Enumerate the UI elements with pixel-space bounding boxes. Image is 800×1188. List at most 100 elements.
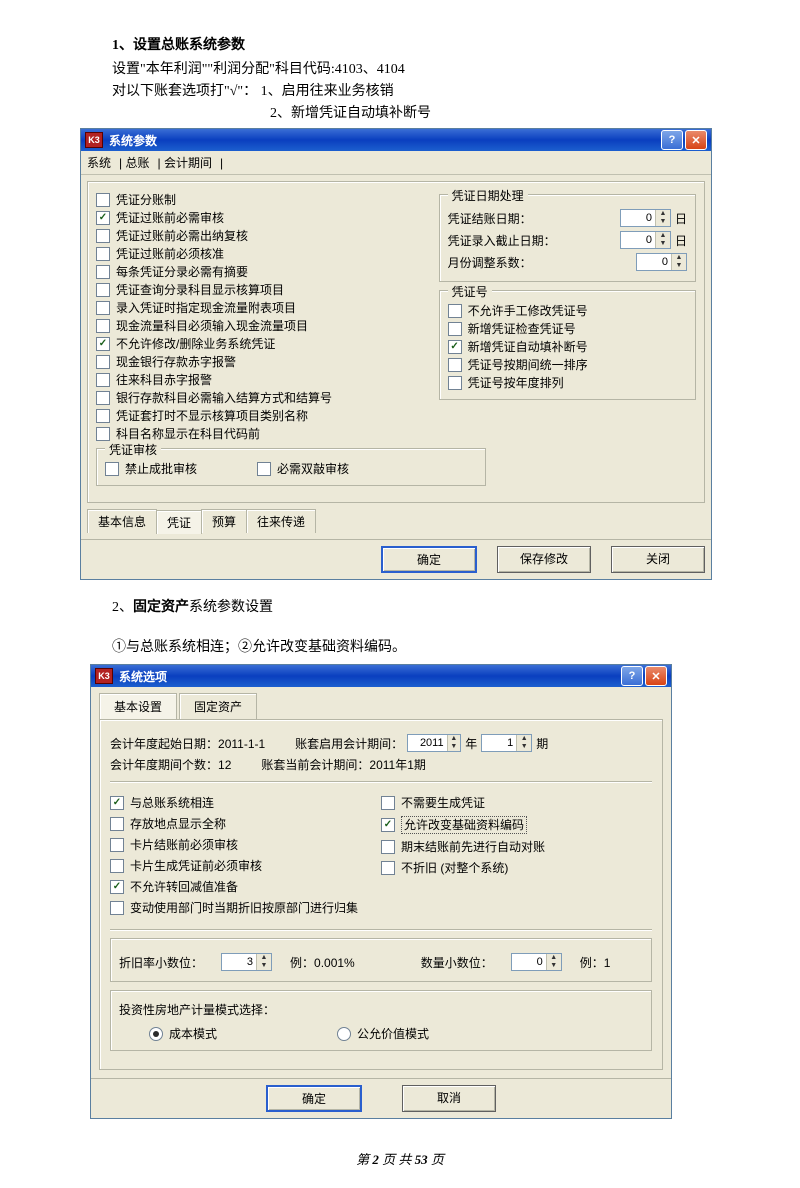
checkbox-label: 凭证套打时不显示核算项目类别名称 (116, 408, 308, 424)
checkbox-double-audit[interactable]: 必需双敲审核 (257, 461, 349, 477)
ok-button[interactable]: 确定 (266, 1085, 362, 1112)
spinner-year[interactable]: 2011▲▼ (407, 734, 461, 752)
checkbox-label: 必需双敲审核 (277, 461, 349, 477)
checkbox-icon (381, 796, 395, 810)
spinner-entry-deadline[interactable]: 0▲▼ (620, 231, 671, 249)
checkbox-icon (110, 838, 124, 852)
example-qty: 例：1 (580, 954, 611, 971)
spinner-month-adjust[interactable]: 0▲▼ (636, 253, 687, 271)
checkbox-icon (96, 427, 110, 441)
help-button[interactable]: ? (661, 130, 683, 150)
checkbox-label: 凭证查询分录科目显示核算项目 (116, 282, 284, 298)
checkbox-icon (96, 265, 110, 279)
checkbox-icon (96, 409, 110, 423)
radio-fair-value-mode[interactable]: 公允价值模式 (337, 1026, 429, 1042)
checkbox-item[interactable]: ✓不允许转回减值准备 (110, 879, 381, 895)
checkbox-item[interactable]: 不需要生成凭证 (381, 795, 652, 811)
checkbox-icon: ✓ (110, 796, 124, 810)
checkbox-label: 凭证号按期间统一排序 (468, 357, 588, 373)
save-button[interactable]: 保存修改 (497, 546, 591, 573)
checkbox-item[interactable]: 不折旧 (对整个系统) (381, 860, 652, 876)
checkbox-item[interactable]: 卡片生成凭证前必须审核 (110, 858, 381, 874)
close-button[interactable]: ✕ (685, 130, 707, 150)
tab-transactions[interactable]: 往来传递 (246, 509, 316, 533)
radio-label: 公允价值模式 (357, 1026, 429, 1042)
spinner-qty-dec[interactable]: 0▲▼ (511, 953, 562, 971)
menu-ledger[interactable]: 总账 (125, 156, 149, 170)
menu-period[interactable]: 会计期间 (164, 156, 212, 170)
ok-button[interactable]: 确定 (381, 546, 477, 573)
spinner-close-date[interactable]: 0▲▼ (620, 209, 671, 227)
spinner-period[interactable]: 1▲▼ (481, 734, 532, 752)
checkbox-item[interactable]: ✓与总账系统相连 (110, 795, 381, 811)
checkbox-item[interactable]: 凭证套打时不显示核算项目类别名称 (96, 408, 431, 424)
label-month-adjust: 月份调整系数： (448, 254, 636, 271)
checkbox-item[interactable]: ✓不允许修改/删除业务系统凭证 (96, 336, 431, 352)
window-title: 系统参数 (109, 132, 659, 149)
checkbox-icon (110, 901, 124, 915)
checkbox-item[interactable]: 凭证分账制 (96, 192, 431, 208)
checkbox-item[interactable]: 凭证号按期间统一排序 (448, 357, 687, 373)
value-current-period: 2011年1期 (369, 758, 425, 772)
checkbox-item[interactable]: 凭证过账前必须核准 (96, 246, 431, 262)
checkbox-item[interactable]: 新增凭证检查凭证号 (448, 321, 687, 337)
checkbox-item[interactable]: 变动使用部门时当期折旧按原部门进行归集 (110, 900, 381, 916)
checkbox-item[interactable]: 银行存款科目必需输入结算方式和结算号 (96, 390, 431, 406)
checkbox-item[interactable]: 凭证查询分录科目显示核算项目 (96, 282, 431, 298)
close-button[interactable]: 关闭 (611, 546, 705, 573)
checkbox-item[interactable]: ✓允许改变基础资料编码 (381, 816, 652, 834)
checkbox-label: 凭证过账前必需审核 (116, 210, 224, 226)
checkbox-item[interactable]: 往来科目赤字报警 (96, 372, 431, 388)
checkbox-icon (381, 861, 395, 875)
checkbox-item[interactable]: ✓新增凭证自动填补断号 (448, 339, 687, 355)
checkbox-item[interactable]: 科目名称显示在科目代码前 (96, 426, 431, 442)
checkbox-item[interactable]: 现金银行存款赤字报警 (96, 354, 431, 370)
titlebar[interactable]: K3 系统选项 ? ✕ (91, 665, 671, 687)
menu-system[interactable]: 系统 (87, 156, 111, 170)
label-dep-dec: 折旧率小数位： (119, 954, 203, 971)
tab-voucher[interactable]: 凭证 (156, 510, 202, 534)
group-mode-select: 投资性房地产计量模式选择： 成本模式 公允价值模式 (110, 990, 652, 1051)
button-bar: 确定 取消 (91, 1078, 671, 1118)
checkbox-item[interactable]: ✓凭证过账前必需审核 (96, 210, 431, 226)
checkbox-item[interactable]: 现金流量科目必须输入现金流量项目 (96, 318, 431, 334)
suffix-day-2: 日 (675, 232, 687, 249)
checkbox-item[interactable]: 凭证号按年度排列 (448, 375, 687, 391)
checkbox-item[interactable]: 存放地点显示全称 (110, 816, 381, 832)
spinner-dep-dec[interactable]: 3▲▼ (221, 953, 272, 971)
cancel-button[interactable]: 取消 (402, 1085, 496, 1112)
checkbox-item[interactable]: 录入凭证时指定现金流量附表项目 (96, 300, 431, 316)
checkbox-item[interactable]: 卡片结账前必须审核 (110, 837, 381, 853)
checkbox-icon (96, 283, 110, 297)
checkbox-icon (96, 391, 110, 405)
app-icon: K3 (85, 132, 103, 148)
checkbox-label: 不折旧 (对整个系统) (401, 860, 508, 876)
tab-basic-info[interactable]: 基本信息 (87, 509, 157, 533)
checkbox-label: 不允许转回减值准备 (130, 879, 238, 895)
para-sub: ①与总账系统相连；②允许改变基础资料编码。 (112, 636, 710, 656)
tab-budget[interactable]: 预算 (201, 509, 247, 533)
tab-basic-settings[interactable]: 基本设置 (99, 693, 177, 719)
checkbox-item[interactable]: 每条凭证分录必需有摘要 (96, 264, 431, 280)
checkbox-icon (96, 355, 110, 369)
suffix-period: 期 (536, 735, 548, 752)
para-3: 2、新增凭证自动填补断号 (270, 102, 710, 122)
titlebar[interactable]: K3 系统参数 ? ✕ (81, 129, 711, 151)
close-button[interactable]: ✕ (645, 666, 667, 686)
checkbox-label: 每条凭证分录必需有摘要 (116, 264, 248, 280)
checkbox-label: 卡片结账前必须审核 (130, 837, 238, 853)
menubar: 系统| 总账| 会计期间| (81, 151, 711, 175)
checkbox-batch-audit[interactable]: 禁止成批审核 (105, 461, 197, 477)
help-button[interactable]: ? (621, 666, 643, 686)
left-checkbox-column: 凭证分账制 ✓凭证过账前必需审核凭证过账前必需出纳复核凭证过账前必须核准每条凭证分… (96, 190, 431, 444)
checkbox-item[interactable]: 凭证过账前必需出纳复核 (96, 228, 431, 244)
checkbox-icon (448, 376, 462, 390)
checkbox-item[interactable]: 期末结账前先进行自动对账 (381, 839, 652, 855)
checkbox-label: 现金流量科目必须输入现金流量项目 (116, 318, 308, 334)
radio-cost-mode[interactable]: 成本模式 (149, 1026, 217, 1042)
checkbox-label: 禁止成批审核 (125, 461, 197, 477)
checkbox-item[interactable]: 不允许手工修改凭证号 (448, 303, 687, 319)
group-decimals: 折旧率小数位： 3▲▼ 例：0.001% 数量小数位： 0▲▼ 例：1 (110, 938, 652, 982)
label-close-date: 凭证结账日期： (448, 210, 620, 227)
tab-fixed-assets[interactable]: 固定资产 (179, 693, 257, 719)
